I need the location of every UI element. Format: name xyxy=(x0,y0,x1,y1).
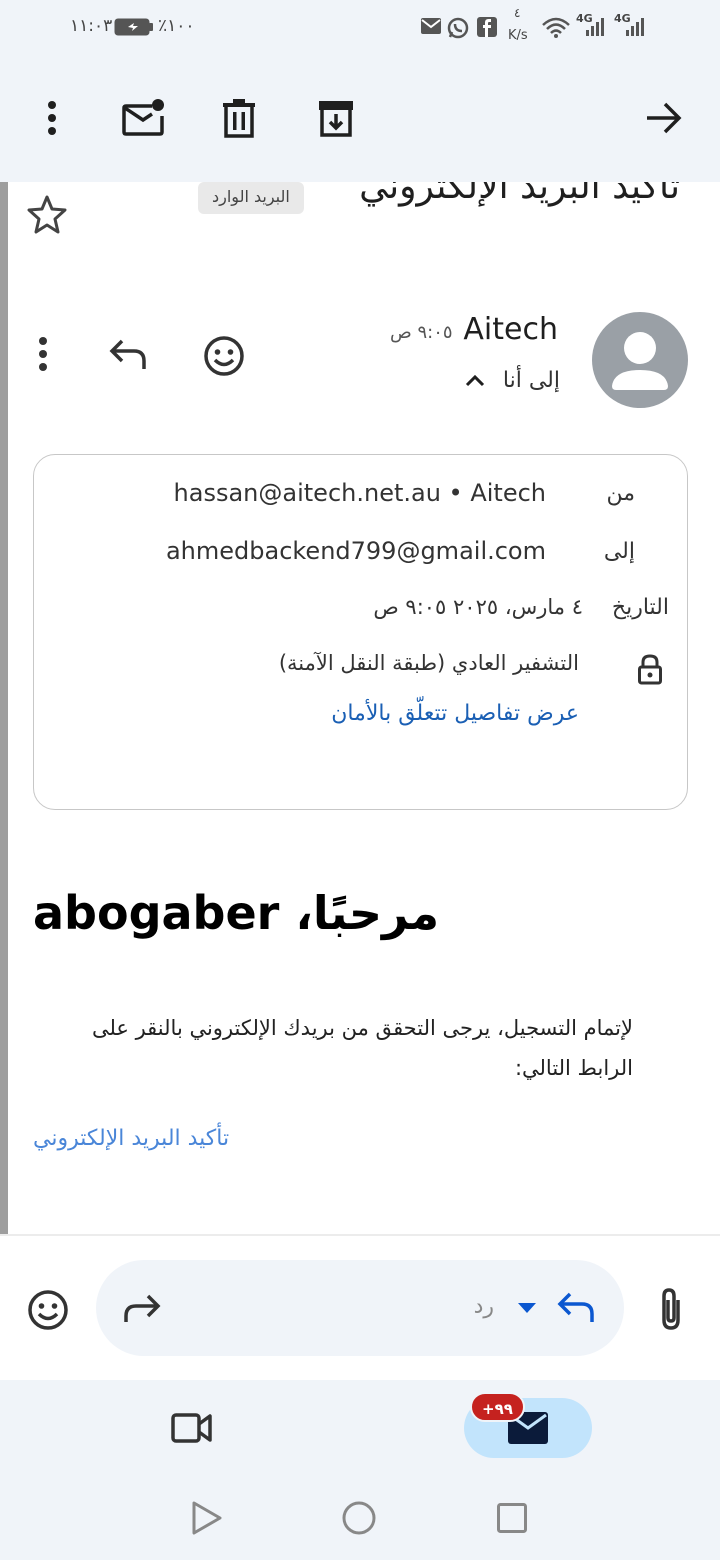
paperclip-icon xyxy=(662,1288,680,1330)
emoji-button[interactable] xyxy=(26,1288,70,1336)
email-time: ٩:٠٥ ص xyxy=(390,322,453,343)
date-label: التاريخ xyxy=(611,595,669,620)
email-content: تاكيد البريد الإلكتروني البريد الوارد Ai… xyxy=(0,182,720,1234)
reply-options-dropdown[interactable] xyxy=(516,1300,538,1319)
security-details-link[interactable]: عرض تفاصيل تتعلّق بالأمان xyxy=(331,701,579,726)
collapse-details-button[interactable] xyxy=(464,372,486,392)
system-home-button[interactable] xyxy=(341,1500,377,1540)
unread-count-badge: +٩٩ xyxy=(470,1392,525,1422)
person-icon xyxy=(612,332,668,390)
caret-down-icon xyxy=(518,1303,536,1313)
square-recents-icon xyxy=(497,1503,527,1533)
reply-type-button[interactable] xyxy=(556,1290,596,1328)
trash-icon xyxy=(223,99,255,138)
attach-button[interactable] xyxy=(656,1286,686,1336)
triangle-back-icon xyxy=(192,1501,222,1535)
reply-button[interactable] xyxy=(108,337,148,375)
back-button[interactable] xyxy=(632,86,696,150)
email-subject: تاكيد البريد الإلكتروني xyxy=(359,182,680,207)
meet-tab[interactable] xyxy=(170,1410,214,1450)
battery-percent: ٪١٠٠ xyxy=(158,16,195,36)
email-details-box: من hassan@aitech.net.au • Aitech إلى ahm… xyxy=(33,454,688,810)
star-icon xyxy=(27,195,67,234)
message-more-button[interactable] xyxy=(36,336,50,376)
mark-unread-icon xyxy=(122,99,164,136)
left-edge-bar xyxy=(0,182,8,1234)
reply-icon xyxy=(557,1292,594,1322)
confirm-email-link[interactable]: تأكيد البريد الإلكتروني xyxy=(33,1126,229,1151)
star-button[interactable] xyxy=(26,194,68,238)
battery-icon xyxy=(114,18,154,40)
recipient-summary[interactable]: إلى أنا xyxy=(503,368,560,393)
whatsapp-icon xyxy=(447,17,469,43)
status-time: ١١:٠٣ xyxy=(70,16,113,36)
system-recents-button[interactable] xyxy=(496,1502,528,1538)
archive-icon xyxy=(319,101,353,137)
inbox-label-chip[interactable]: البريد الوارد xyxy=(198,182,304,214)
status-bar: ١١:٠٣ ٪١٠٠ ٤ K/s 4G 4G xyxy=(0,0,720,56)
date-value: ٤ مارس، ٢٠٢٥ ٩:٠٥ ص xyxy=(373,595,583,619)
forward-icon xyxy=(124,1294,161,1322)
circle-home-icon xyxy=(342,1501,376,1535)
bottom-navigation: +٩٩ xyxy=(0,1380,720,1560)
emoji-reaction-button[interactable] xyxy=(202,334,246,382)
reply-bar: رد xyxy=(0,1234,720,1380)
more-options-button[interactable] xyxy=(20,86,84,150)
video-camera-icon xyxy=(171,1413,212,1443)
net-speed-value: ٤ xyxy=(514,6,521,20)
reply-label[interactable]: رد xyxy=(474,1294,494,1319)
smiley-icon xyxy=(204,336,244,376)
more-vertical-icon xyxy=(39,337,47,371)
forward-button[interactable] xyxy=(122,1292,162,1328)
mail-notification-icon xyxy=(420,17,442,39)
sender-avatar[interactable] xyxy=(592,312,688,408)
to-label: إلى xyxy=(603,539,635,564)
email-body-text: لإتمام التسجيل، يرجى التحقق من بريدك الإ… xyxy=(91,1016,633,1080)
greeting-heading: مرحبًا، abogaber xyxy=(33,886,440,940)
delete-button[interactable] xyxy=(207,86,271,150)
signal2-icon xyxy=(626,16,648,40)
reply-pill: رد xyxy=(96,1260,624,1356)
email-toolbar xyxy=(0,56,720,182)
mark-unread-button[interactable] xyxy=(112,86,176,150)
lock-icon xyxy=(637,653,663,689)
from-label: من xyxy=(606,481,635,506)
arrow-icon xyxy=(647,102,682,134)
smiley-icon xyxy=(28,1290,68,1330)
more-vertical-icon xyxy=(48,101,56,135)
chevron-up-icon xyxy=(465,374,485,387)
archive-button[interactable] xyxy=(304,86,368,150)
signal1-icon xyxy=(586,16,608,40)
net-speed-unit: K/s xyxy=(508,28,528,43)
from-value: hassan@aitech.net.au • Aitech xyxy=(173,479,546,507)
to-value: ahmedbackend799@gmail.com xyxy=(165,537,546,565)
sender-name: Aitech xyxy=(463,312,558,347)
reply-icon xyxy=(109,339,146,369)
wifi-icon xyxy=(541,15,571,43)
security-value: التشفير العادي (طبقة النقل الآمنة) xyxy=(278,651,579,675)
system-back-button[interactable] xyxy=(190,1500,224,1540)
facebook-icon xyxy=(477,17,497,41)
